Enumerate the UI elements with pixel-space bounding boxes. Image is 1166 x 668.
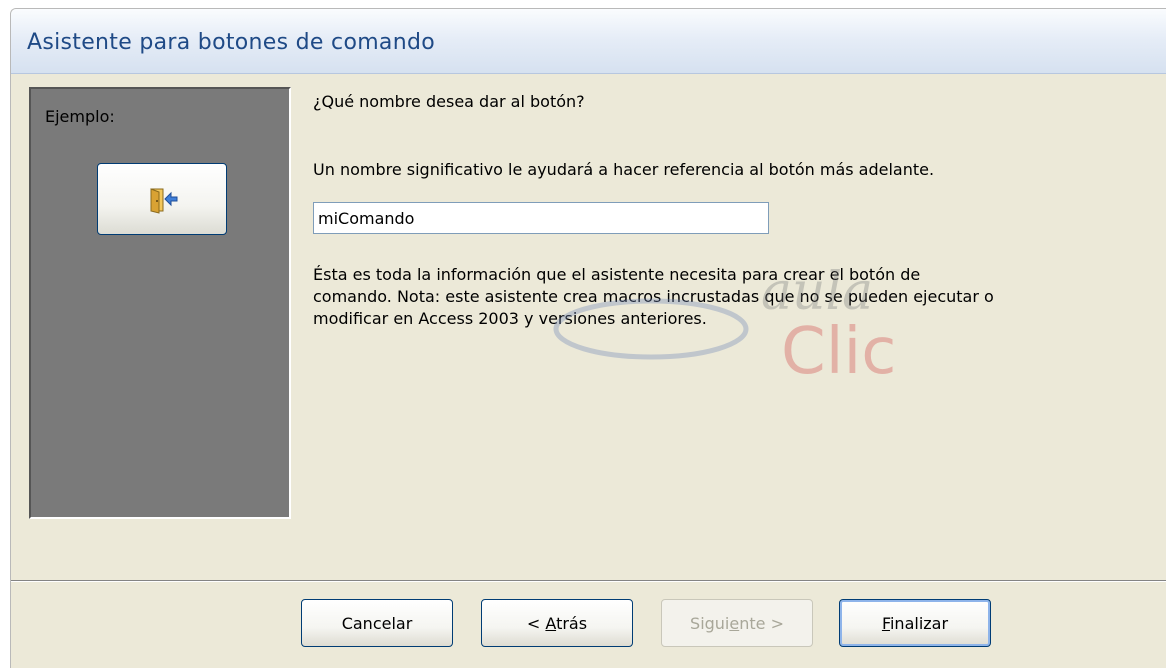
info-line: modificar en Access 2003 y versiones ant… (313, 309, 707, 328)
exit-door-arrow-icon (150, 188, 178, 214)
hint-label: Un nombre significativo le ayudará a hac… (313, 160, 935, 179)
next-label-access-key: e (729, 613, 740, 633)
next-label-suffix: nte > (739, 613, 784, 633)
cancel-button-label: Cancelar (341, 613, 413, 633)
next-label-prefix: Sigui (690, 613, 730, 633)
question-label: ¿Qué nombre desea dar al botón? (313, 92, 585, 111)
back-label-suffix: trás (556, 613, 588, 633)
dialog-header: Asistente para botones de comando (11, 9, 1166, 74)
finish-label-access-key: F (881, 613, 890, 633)
cancel-button[interactable]: Cancelar (301, 599, 453, 647)
back-label-access-key: A (545, 613, 557, 633)
info-line: Ésta es toda la información que el asist… (313, 265, 921, 284)
finish-label-suffix: inalizar (889, 613, 949, 633)
example-panel: Ejemplo: (29, 87, 291, 519)
button-name-input[interactable] (313, 202, 769, 234)
back-label-prefix: < (526, 613, 546, 633)
finish-button[interactable]: Finalizar (839, 599, 991, 647)
info-line: comando. Nota: este asistente crea macro… (313, 287, 994, 306)
wizard-dialog: Asistente para botones de comando Ejempl… (10, 8, 1166, 668)
info-text: Ésta es toda la información que el asist… (313, 264, 1143, 330)
footer-separator (11, 580, 1166, 582)
next-button[interactable]: Siguiente > (661, 599, 813, 647)
example-button-preview (97, 163, 227, 235)
example-label: Ejemplo: (45, 107, 115, 126)
dialog-title: Asistente para botones de comando (27, 30, 435, 55)
back-button[interactable]: < Atrás (481, 599, 633, 647)
